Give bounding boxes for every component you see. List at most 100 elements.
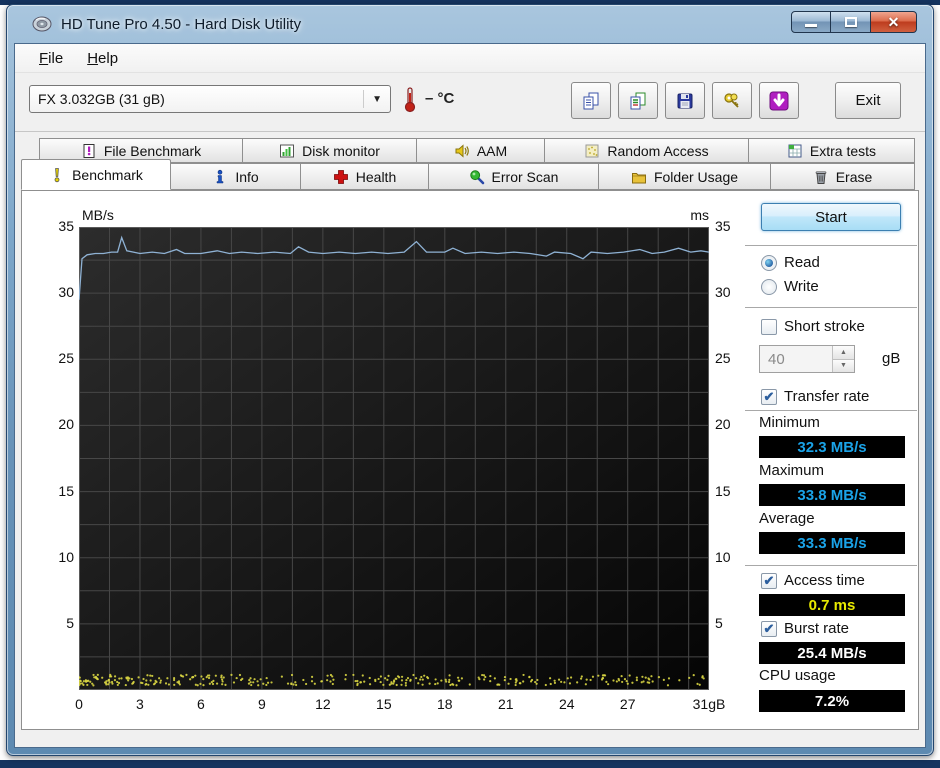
start-button[interactable]: Start (761, 203, 901, 231)
write-radio[interactable] (761, 278, 777, 295)
access-time-checkbox[interactable]: ✔ (761, 572, 777, 589)
close-button[interactable]: ✕ (871, 11, 917, 33)
copy-image-icon (630, 92, 646, 109)
tab-benchmark[interactable]: Benchmark (21, 159, 171, 190)
app-window: HD Tune Pro 4.50 - Hard Disk Utility ✕ F… (6, 4, 934, 756)
options-button[interactable] (712, 82, 752, 119)
access-time-readout: 0.7 ms (808, 596, 856, 614)
capacity-stepper[interactable]: 40 ▲ ▼ (759, 345, 855, 373)
desktop-edge-bottom (0, 760, 940, 768)
keys-icon (724, 92, 739, 108)
tab-erase[interactable]: Erase (771, 163, 915, 190)
extra-tests-icon (788, 144, 802, 157)
tab-label: Folder Usage (653, 168, 739, 185)
minimum-value: 32.3 MB/s (759, 436, 905, 458)
tab-disk-monitor[interactable]: Disk monitor (243, 138, 417, 163)
window-title: HD Tune Pro 4.50 - Hard Disk Utility (61, 15, 302, 33)
short-stroke-checkbox[interactable] (761, 318, 777, 335)
benchmark-controls: Start Read Write Short stroke 40 ▲ ▼ gB … (745, 191, 925, 729)
client-area: File Help FX 3.032GB (31 gB) ▼ – °C Exit… (14, 43, 926, 748)
short-stroke-option[interactable]: Short stroke (761, 318, 865, 335)
save-button[interactable] (665, 82, 705, 119)
burst-rate-readout: 25.4 MB/s (797, 644, 867, 662)
axis-tick: 24 (558, 696, 575, 712)
average-readout: 33.3 MB/s (797, 534, 867, 552)
transfer-rate-label: Transfer rate (784, 388, 870, 405)
toolbar: FX 3.032GB (31 gB) ▼ – °C Exit (15, 73, 925, 129)
burst-rate-option[interactable]: ✔ Burst rate (761, 620, 849, 637)
tab-row-top: File Benchmark Disk monitor AAM Random A… (39, 138, 925, 163)
menu-help[interactable]: Help (75, 46, 130, 71)
download-button[interactable] (759, 82, 799, 119)
benchmark-chart: MB/s ms 35 30 25 20 15 10 5 35 30 25 20 15 10 5 0 3 6 9 12… (22, 191, 745, 729)
stepper-up-icon[interactable]: ▲ (833, 346, 854, 360)
tab-label: Health (355, 168, 397, 185)
tab-folder-usage[interactable]: Folder Usage (599, 163, 771, 190)
error-scan-icon (469, 169, 484, 184)
thermometer-icon (404, 87, 416, 113)
axis-tick: 5 (66, 614, 74, 631)
tab-info[interactable]: Info (171, 163, 301, 190)
minimum-readout: 32.3 MB/s (797, 438, 867, 456)
tab-label: Erase (835, 168, 873, 185)
tab-health[interactable]: Health (301, 163, 429, 190)
short-stroke-label: Short stroke (784, 318, 865, 335)
burst-rate-checkbox[interactable]: ✔ (761, 620, 777, 637)
maximize-button[interactable] (831, 11, 871, 33)
title-bar[interactable]: HD Tune Pro 4.50 - Hard Disk Utility ✕ (7, 5, 933, 43)
minimize-button[interactable] (791, 11, 831, 33)
y-axis-unit-left: MB/s (82, 207, 114, 223)
axis-tick: 30 (715, 284, 731, 301)
benchmark-panel: MB/s ms 35 30 25 20 15 10 5 35 30 25 20 15 10 5 0 3 6 9 12… (21, 190, 919, 730)
tab-random-access[interactable]: Random Access (545, 138, 749, 163)
axis-tick: 15 (715, 482, 731, 499)
read-option[interactable]: Read (761, 254, 820, 271)
menu-file[interactable]: File (27, 46, 75, 71)
tab-extra-tests[interactable]: Extra tests (749, 138, 915, 163)
toolbar-separator (15, 131, 925, 132)
average-value: 33.3 MB/s (759, 532, 905, 554)
chevron-down-icon: ▼ (363, 90, 382, 108)
start-label: Start (815, 208, 847, 226)
capacity-value: 40 (768, 350, 785, 368)
maximize-icon (844, 17, 857, 27)
tab-aam[interactable]: AAM (417, 138, 545, 163)
axis-tick: 20 (715, 416, 731, 433)
axis-tick: 18 (437, 696, 453, 712)
divider (745, 307, 917, 308)
toolbar-buttons (571, 82, 799, 119)
drive-select-dropdown[interactable]: FX 3.032GB (31 gB) ▼ (29, 85, 391, 113)
cpu-usage-label: CPU usage (759, 667, 836, 684)
tab-label: Disk monitor (302, 142, 380, 159)
burst-rate-label: Burst rate (784, 620, 850, 637)
minimize-icon (805, 23, 817, 27)
axis-tick: 20 (58, 416, 74, 433)
read-radio[interactable] (761, 254, 777, 271)
axis-tick: 25 (715, 350, 731, 367)
access-time-option[interactable]: ✔ Access time (761, 572, 865, 589)
axis-tick: 5 (715, 614, 723, 631)
desktop: HD Tune Pro 4.50 - Hard Disk Utility ✕ F… (0, 0, 940, 768)
download-icon (769, 91, 789, 110)
transfer-rate-option[interactable]: ✔ Transfer rate (761, 388, 869, 405)
divider (745, 245, 917, 246)
write-option[interactable]: Write (761, 278, 819, 295)
tab-label: AAM (476, 142, 508, 159)
divider (745, 565, 917, 566)
close-icon: ✕ (887, 14, 900, 30)
menu-bar: File Help (15, 44, 925, 73)
info-icon (217, 169, 224, 183)
copy-text-button[interactable] (571, 82, 611, 119)
exit-button[interactable]: Exit (835, 82, 901, 119)
folder-usage-icon (631, 172, 646, 183)
copy-image-button[interactable] (618, 82, 658, 119)
stepper-down-icon[interactable]: ▼ (833, 359, 854, 372)
transfer-rate-checkbox[interactable]: ✔ (761, 388, 777, 405)
axis-tick: 25 (58, 350, 74, 367)
tab-error-scan[interactable]: Error Scan (429, 163, 599, 190)
minimum-label: Minimum (759, 414, 820, 431)
maximum-value: 33.8 MB/s (759, 484, 905, 506)
tab-label: Info (235, 168, 259, 185)
maximum-label: Maximum (759, 462, 825, 479)
app-icon (32, 16, 52, 32)
